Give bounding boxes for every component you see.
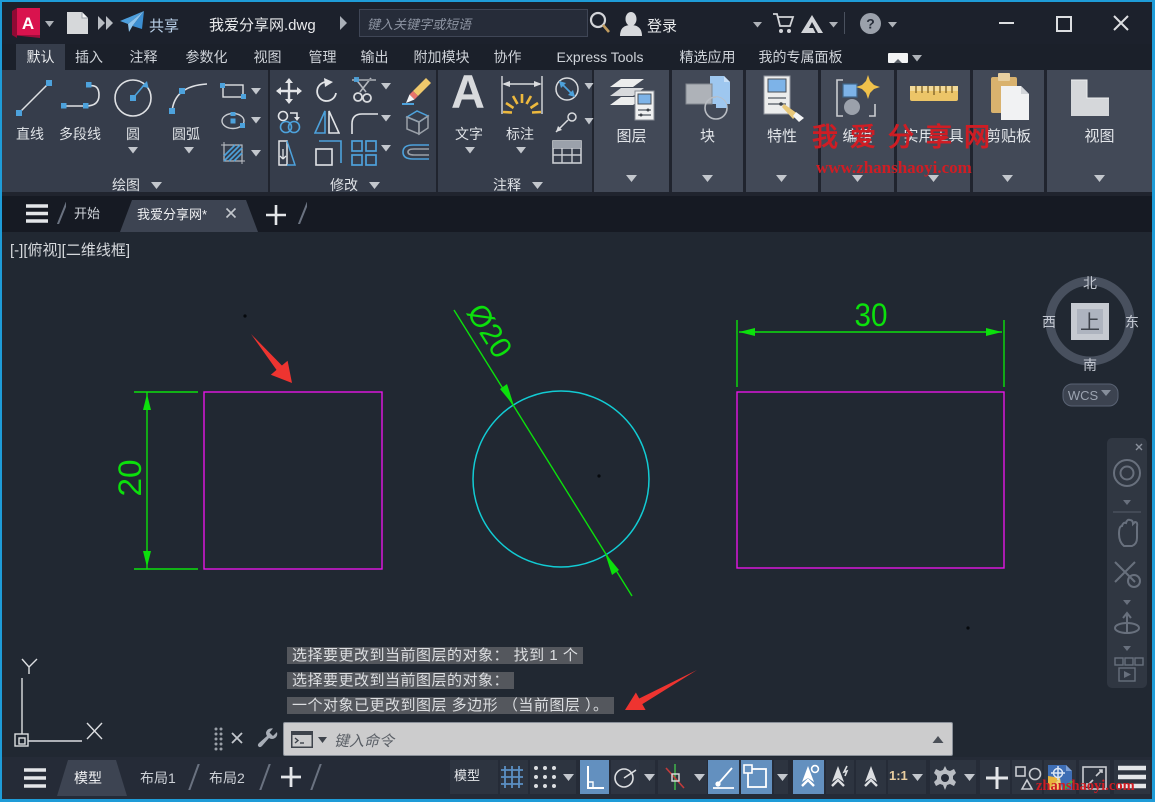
svg-text:东: 东 [1125,314,1139,330]
svg-text:WCS: WCS [1068,388,1099,403]
svg-text:上: 上 [1080,311,1100,334]
svg-text:Ø20: Ø20 [460,298,518,364]
svg-text:西: 西 [1042,314,1056,330]
svg-text:北: 北 [1083,276,1097,291]
svg-text:20: 20 [112,460,148,497]
svg-text:A: A [22,14,34,33]
svg-text:30: 30 [855,297,888,333]
svg-text:南: 南 [1083,357,1097,373]
svg-text:?: ? [866,16,875,32]
